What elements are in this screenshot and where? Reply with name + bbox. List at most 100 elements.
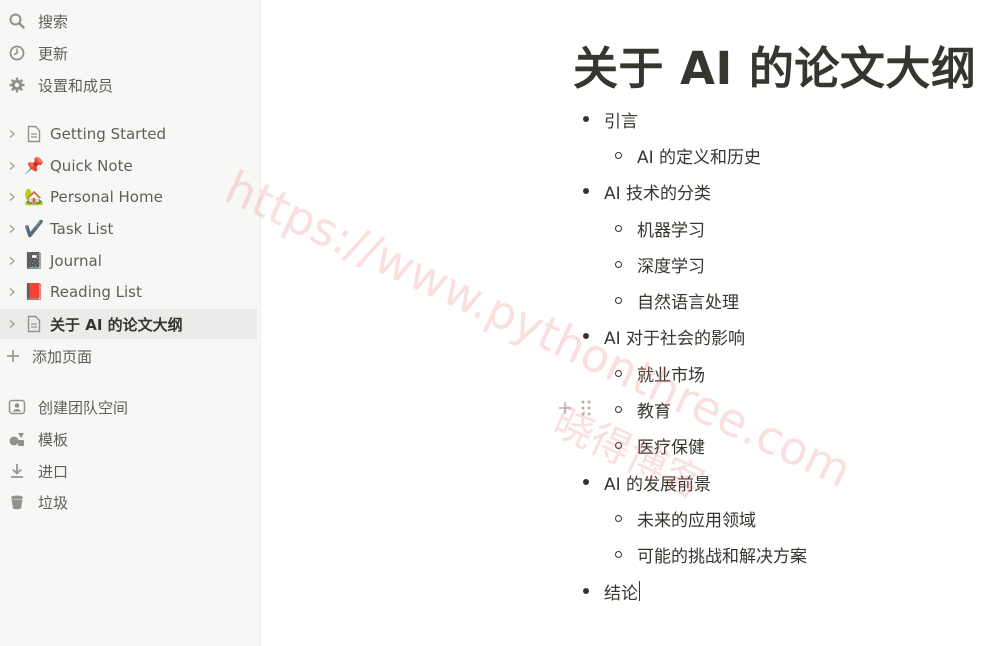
sidebar-item-templates[interactable]: 模板 [0,424,257,454]
outline-subitem[interactable]: AI 的定义和历史 [615,140,761,170]
text-cursor [639,581,640,601]
bullet-circle-icon [615,224,622,232]
chevron-right-icon[interactable] [6,255,18,267]
sidebar-page-journal[interactable]: 📓 Journal [0,246,257,276]
bullet-circle-icon [615,260,622,268]
bullet-circle-icon [615,151,622,159]
bullet-circle-icon [615,369,622,377]
sidebar-page-label: Personal Home [50,188,163,206]
sidebar-page-label: Journal [50,252,102,270]
sidebar-page-label: Reading List [50,283,142,301]
drag-handle-icon[interactable] [579,399,593,417]
bullet-circle-icon [615,550,622,558]
page-title[interactable]: 关于 AI 的论文大纲 [573,32,976,97]
add-page-button[interactable]: 添加页面 [0,341,257,371]
sidebar-item-label: 垃圾 [38,493,69,512]
block-handle[interactable] [557,399,593,417]
outline-item-text: 可能的挑战和解决方案 [637,546,807,567]
outline-item-text: AI 的定义和历史 [637,147,762,168]
outline-subitem[interactable]: 医疗保健 [615,430,705,460]
sidebar-item-label: 进口 [38,462,69,481]
chevron-right-icon[interactable] [6,286,18,298]
add-block-plus-icon[interactable] [557,400,573,416]
bullet-circle-icon [615,296,622,304]
team-space-icon [8,398,26,416]
sidebar-item-label: 搜索 [38,12,69,31]
bullet-circle-icon [615,405,622,413]
sidebar-page-reading-list[interactable]: 📕 Reading List [0,277,257,307]
outline-subitem[interactable]: 自然语言处理 [615,285,739,315]
outline-item-text: AI 对于社会的影响 [604,328,746,349]
outline-item[interactable]: AI 的发展前景 [583,467,711,497]
sidebar-page-getting-started[interactable]: Getting Started [0,119,257,149]
sidebar-page-label: 关于 AI 的论文大纲 [50,315,183,334]
sidebar-item-settings[interactable]: 设置和成员 [0,70,257,100]
chevron-right-icon[interactable] [6,191,18,203]
outline-item-text: 结论 [604,583,638,604]
add-page-label: 添加页面 [32,347,93,366]
bullet-dot-icon [583,588,589,594]
outline-subitem[interactable]: 机器学习 [615,213,705,243]
sidebar-page-label: Task List [50,220,114,238]
outline-subitem[interactable]: 未来的应用领域 [615,503,756,533]
page-content: 关于 AI 的论文大纲 引言 AI 的定义和历史 AI 技术的分类 机器学习 深… [261,0,1000,646]
pushpin-icon: 📌 [24,156,44,175]
bullet-dot-icon [583,188,589,194]
chevron-right-icon[interactable] [6,318,18,330]
sidebar-item-updates[interactable]: 更新 [0,38,257,68]
book-icon: 📕 [24,282,44,301]
outline-subitem[interactable]: 可能的挑战和解决方案 [615,539,807,569]
gear-icon [8,76,26,94]
outline-item[interactable]: 引言 [583,104,638,134]
outline-item-text: AI 的发展前景 [604,474,712,495]
outline-item-text: 医疗保健 [637,437,705,458]
search-icon [8,12,26,30]
chevron-right-icon[interactable] [6,128,18,140]
sidebar-item-label: 创建团队空间 [38,398,129,417]
chevron-right-icon[interactable] [6,160,18,172]
sidebar-page-label: Quick Note [50,157,133,175]
outline-item-text: 就业市场 [637,365,705,386]
chevron-right-icon[interactable] [6,223,18,235]
clock-icon [8,44,26,62]
document-icon [24,124,44,144]
shapes-icon [8,430,26,448]
outline-item-text: 机器学习 [637,220,705,241]
outline-item-text: 自然语言处理 [637,292,739,313]
outline-item[interactable]: AI 技术的分类 [583,176,711,206]
sidebar-item-search[interactable]: 搜索 [0,6,257,36]
sidebar-page-personal-home[interactable]: 🏡 Personal Home [0,182,257,212]
sidebar-page-quick-note[interactable]: 📌 Quick Note [0,151,257,181]
sidebar-item-trash[interactable]: 垃圾 [0,487,257,517]
house-icon: 🏡 [24,187,44,206]
outline-item-text: 深度学习 [637,256,705,277]
notebook-icon: 📓 [24,251,44,270]
bullet-dot-icon [583,333,589,339]
bullet-circle-icon [615,514,622,522]
sidebar-item-label: 更新 [38,44,69,63]
checkmark-icon: ✔️ [24,219,44,238]
outline-item-text: AI 技术的分类 [604,183,712,204]
plus-icon [4,347,22,365]
sidebar: 搜索 更新 设置和成员 Getting Started 📌 Quick Note… [0,0,261,646]
sidebar-item-create-teamspace[interactable]: 创建团队空间 [0,392,257,422]
outline-item[interactable]: AI 对于社会的影响 [583,321,745,351]
outline-subitem[interactable]: 教育 [615,394,671,424]
bullet-circle-icon [615,441,622,449]
sidebar-page-label: Getting Started [50,125,166,143]
sidebar-page-ai-outline[interactable]: 关于 AI 的论文大纲 [0,309,257,339]
sidebar-item-import[interactable]: 进口 [0,456,257,486]
outline-item[interactable]: 结论 [583,576,640,606]
sidebar-item-label: 模板 [38,430,69,449]
outline-subitem[interactable]: 就业市场 [615,358,705,388]
sidebar-page-task-list[interactable]: ✔️ Task List [0,214,257,244]
sidebar-item-label: 设置和成员 [38,76,114,95]
outline-subitem[interactable]: 深度学习 [615,249,705,279]
document-icon [24,314,44,334]
trash-icon [8,493,26,511]
app-window: 搜索 更新 设置和成员 Getting Started 📌 Quick Note… [0,0,1000,646]
outline-item-text: 引言 [604,111,638,132]
outline-item-text: 未来的应用领域 [637,510,756,531]
download-icon [8,462,26,480]
outline-item-text: 教育 [637,401,671,422]
